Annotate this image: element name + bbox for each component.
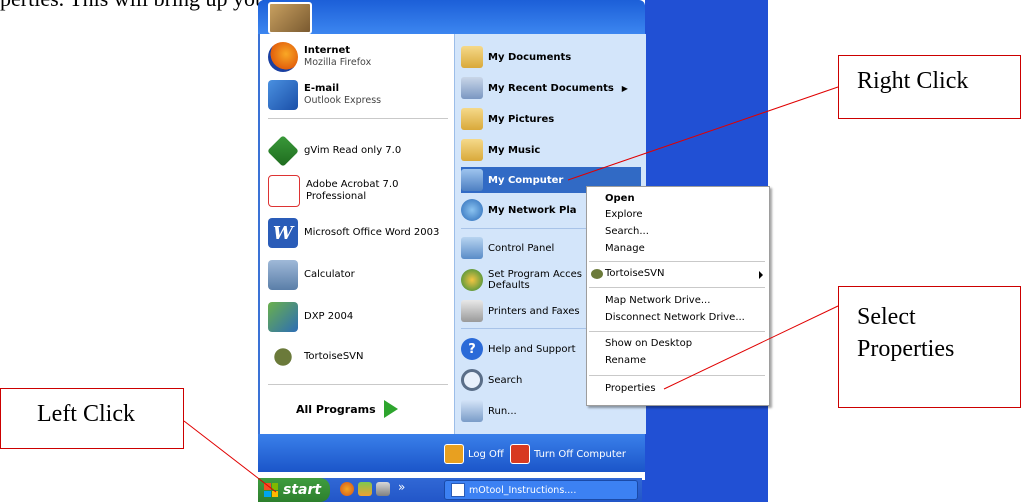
callout-select-text-2: Properties <box>857 336 955 362</box>
callout-left-click-text: Left Click <box>37 401 135 427</box>
callout-left-click: Left Click <box>0 388 184 449</box>
callout-select-properties: Select Properties <box>838 286 1021 408</box>
callout-right-click: Right Click <box>838 55 1021 119</box>
callout-right-click-text: Right Click <box>857 68 969 94</box>
callout-select-text-1: Select <box>857 304 916 330</box>
